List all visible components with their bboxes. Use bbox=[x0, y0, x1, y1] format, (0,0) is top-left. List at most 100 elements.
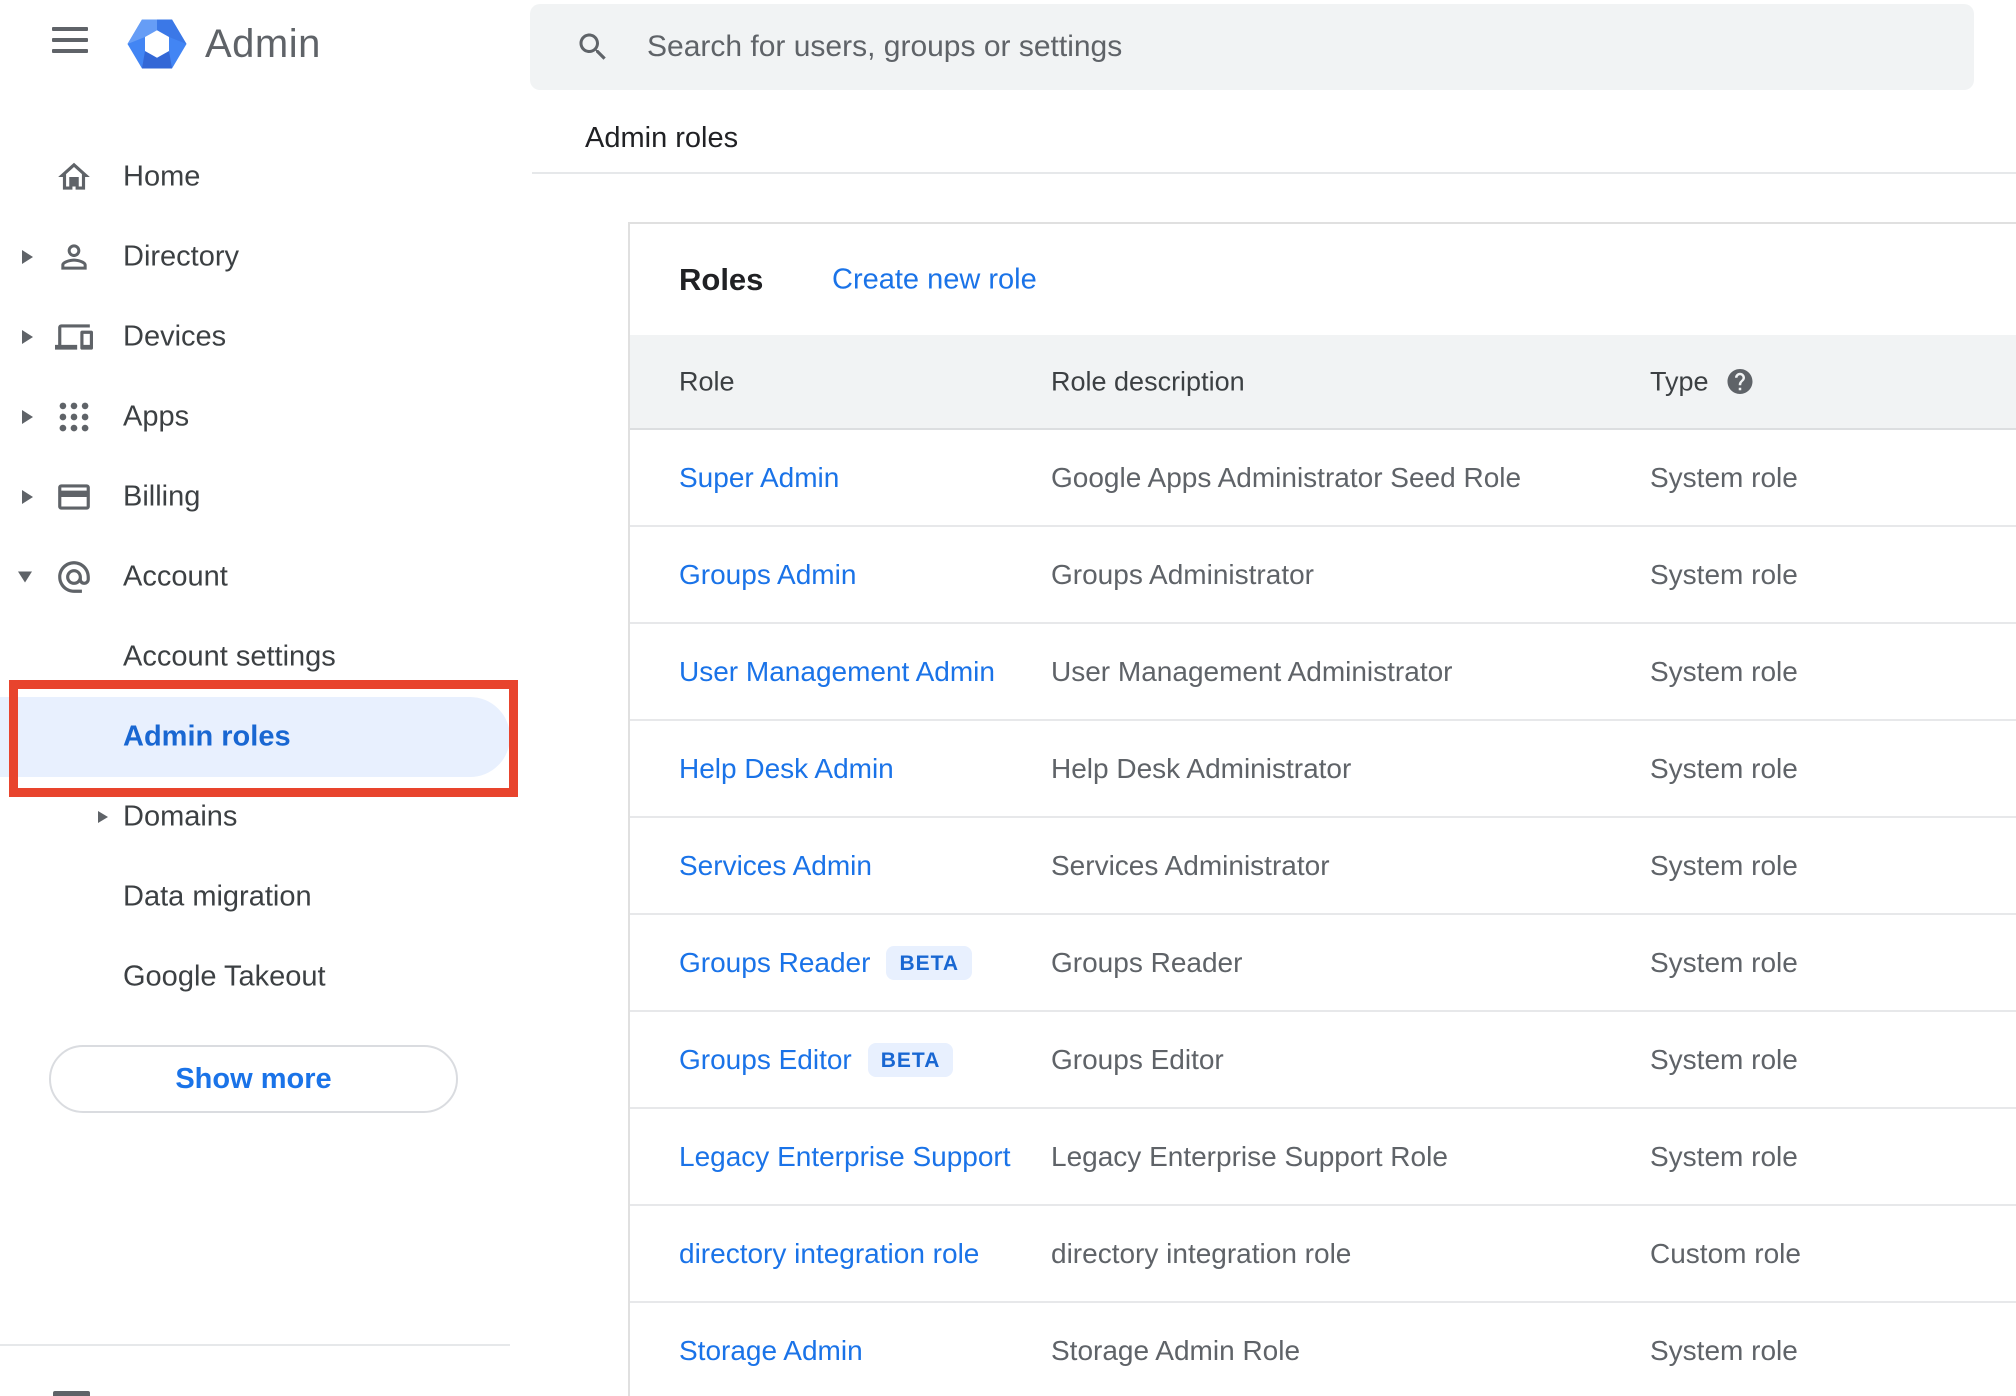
sidebar-item-label: Data migration bbox=[123, 880, 312, 913]
sidebar-item-label: Apps bbox=[123, 400, 190, 433]
sidebar-item-account-settings[interactable]: Account settings bbox=[0, 617, 530, 697]
role-type: System role bbox=[1650, 946, 1798, 978]
apps-icon bbox=[55, 398, 93, 436]
role-description: User Management Administrator bbox=[1051, 655, 1453, 687]
help-icon[interactable] bbox=[1725, 367, 1755, 397]
role-link[interactable]: Groups Reader BETA bbox=[679, 945, 973, 980]
role-link-label: Services Admin bbox=[679, 849, 872, 881]
role-description: directory integration role bbox=[1051, 1237, 1352, 1269]
role-type: System role bbox=[1650, 558, 1798, 590]
chevron-right-icon[interactable] bbox=[22, 330, 33, 344]
sidebar-item-domains[interactable]: Domains bbox=[0, 777, 530, 857]
column-header-role: Role bbox=[679, 366, 735, 396]
chevron-right-icon[interactable] bbox=[22, 250, 33, 264]
sidebar-item-label: Directory bbox=[123, 240, 240, 273]
sidebar-item-apps[interactable]: Apps bbox=[0, 377, 530, 457]
sidebar-item-label: Home bbox=[123, 160, 201, 193]
role-type: System role bbox=[1650, 849, 1798, 881]
sidebar-item-directory[interactable]: Directory bbox=[0, 217, 530, 297]
google-admin-console: Admin Home Directory Devices Apps Billing Acc… bbox=[0, 0, 2016, 1396]
admin-logo[interactable]: Admin bbox=[127, 14, 321, 74]
role-link-label: Help Desk Admin bbox=[679, 752, 894, 784]
roles-table-body: Super Admin Google Apps Administrator See… bbox=[630, 430, 2016, 1396]
divider bbox=[532, 172, 2016, 174]
table-row: Storage Admin Storage Admin Role System ro… bbox=[630, 1303, 2016, 1396]
sidebar-item-label: Account settings bbox=[123, 640, 336, 673]
role-description: Storage Admin Role bbox=[1051, 1334, 1301, 1366]
role-link-label: Super Admin bbox=[679, 461, 840, 493]
role-link[interactable]: Services Admin bbox=[679, 850, 872, 882]
roles-card: Roles Create new role Role Role descript… bbox=[628, 222, 2016, 1396]
sidebar-item-label: Account bbox=[123, 560, 228, 593]
create-new-role-link[interactable]: Create new role bbox=[832, 263, 1037, 296]
column-header-type-label: Type bbox=[1650, 366, 1709, 396]
beta-badge: BETA bbox=[867, 1042, 954, 1077]
role-type: System role bbox=[1650, 655, 1798, 687]
hamburger-icon bbox=[52, 27, 88, 31]
role-description: Services Administrator bbox=[1051, 849, 1330, 881]
role-link[interactable]: Super Admin bbox=[679, 462, 839, 494]
sidebar-nav: Home Directory Devices Apps Billing Account Ac… bbox=[0, 137, 530, 1017]
account-icon bbox=[55, 558, 93, 596]
chevron-right-icon[interactable] bbox=[98, 811, 108, 823]
admin-logo-icon bbox=[127, 14, 187, 74]
chevron-right-icon[interactable] bbox=[22, 490, 33, 504]
sidebar-item-label: Billing bbox=[123, 480, 201, 513]
role-description: Groups Administrator bbox=[1051, 558, 1314, 590]
table-row: Groups Admin Groups Administrator System r… bbox=[630, 527, 2016, 624]
role-type: Custom role bbox=[1650, 1237, 1801, 1269]
table-row: User Management Admin User Management Adm… bbox=[630, 624, 2016, 721]
role-link[interactable]: Storage Admin bbox=[679, 1335, 863, 1367]
role-link[interactable]: User Management Admin bbox=[679, 656, 995, 688]
chevron-down-icon[interactable] bbox=[18, 571, 32, 583]
sidebar-item-home[interactable]: Home bbox=[0, 137, 530, 217]
role-link-label: Legacy Enterprise Support bbox=[679, 1140, 1011, 1172]
role-link-label: User Management Admin bbox=[679, 655, 995, 687]
sidebar-item-billing[interactable]: Billing bbox=[0, 457, 530, 537]
role-type: System role bbox=[1650, 752, 1798, 784]
home-icon bbox=[55, 158, 93, 196]
search-bar bbox=[530, 4, 1974, 90]
search-icon bbox=[575, 29, 611, 65]
role-link-label: Groups Reader bbox=[679, 946, 871, 978]
page-title: Roles bbox=[679, 261, 764, 297]
column-header-role-description: Role description bbox=[1051, 366, 1245, 396]
directory-icon bbox=[55, 238, 93, 276]
roles-table-header: Role Role description Type bbox=[630, 335, 2016, 430]
table-row: Groups Reader BETA Groups Reader System rol… bbox=[630, 915, 2016, 1012]
table-row: Services Admin Services Administrator Syst… bbox=[630, 818, 2016, 915]
sidebar-item-account[interactable]: Account bbox=[0, 537, 530, 617]
role-link[interactable]: Legacy Enterprise Support bbox=[679, 1141, 1011, 1173]
table-row: directory integration role directory inte… bbox=[630, 1206, 2016, 1303]
show-more-button[interactable]: Show more bbox=[49, 1045, 458, 1113]
role-type: System role bbox=[1650, 1043, 1798, 1075]
role-link[interactable]: directory integration role bbox=[679, 1238, 979, 1270]
admin-logo-text: Admin bbox=[205, 21, 321, 66]
billing-icon bbox=[55, 478, 93, 516]
sidebar-item-devices[interactable]: Devices bbox=[0, 297, 530, 377]
role-link[interactable]: Groups Admin bbox=[679, 559, 856, 591]
role-link[interactable]: Groups Editor BETA bbox=[679, 1042, 954, 1077]
role-description: Help Desk Administrator bbox=[1051, 752, 1352, 784]
search-input[interactable] bbox=[647, 30, 1897, 64]
role-link-label: Storage Admin bbox=[679, 1334, 863, 1366]
sidebar-item-data-migration[interactable]: Data migration bbox=[0, 857, 530, 937]
beta-badge: BETA bbox=[886, 945, 973, 980]
role-description: Legacy Enterprise Support Role bbox=[1051, 1140, 1448, 1172]
breadcrumb: Admin roles bbox=[585, 122, 739, 154]
role-link[interactable]: Help Desk Admin bbox=[679, 753, 894, 785]
sidebar-item-label: Domains bbox=[123, 800, 238, 833]
role-description: Groups Reader bbox=[1051, 946, 1243, 978]
sidebar-item-label: Devices bbox=[123, 320, 227, 353]
roles-card-titlebar: Roles Create new role bbox=[630, 224, 2016, 335]
role-type: System role bbox=[1650, 461, 1798, 493]
sidebar-divider bbox=[0, 1344, 510, 1346]
sidebar-item-admin-roles[interactable]: Admin roles bbox=[0, 697, 510, 777]
sidebar: Admin Home Directory Devices Apps Billing Acc… bbox=[0, 0, 530, 1396]
devices-icon bbox=[55, 318, 93, 356]
menu-button[interactable] bbox=[52, 27, 88, 53]
chevron-right-icon[interactable] bbox=[22, 410, 33, 424]
sidebar-item-google-takeout[interactable]: Google Takeout bbox=[0, 937, 530, 1017]
role-link-label: directory integration role bbox=[679, 1237, 980, 1269]
role-description: Google Apps Administrator Seed Role bbox=[1051, 461, 1522, 493]
